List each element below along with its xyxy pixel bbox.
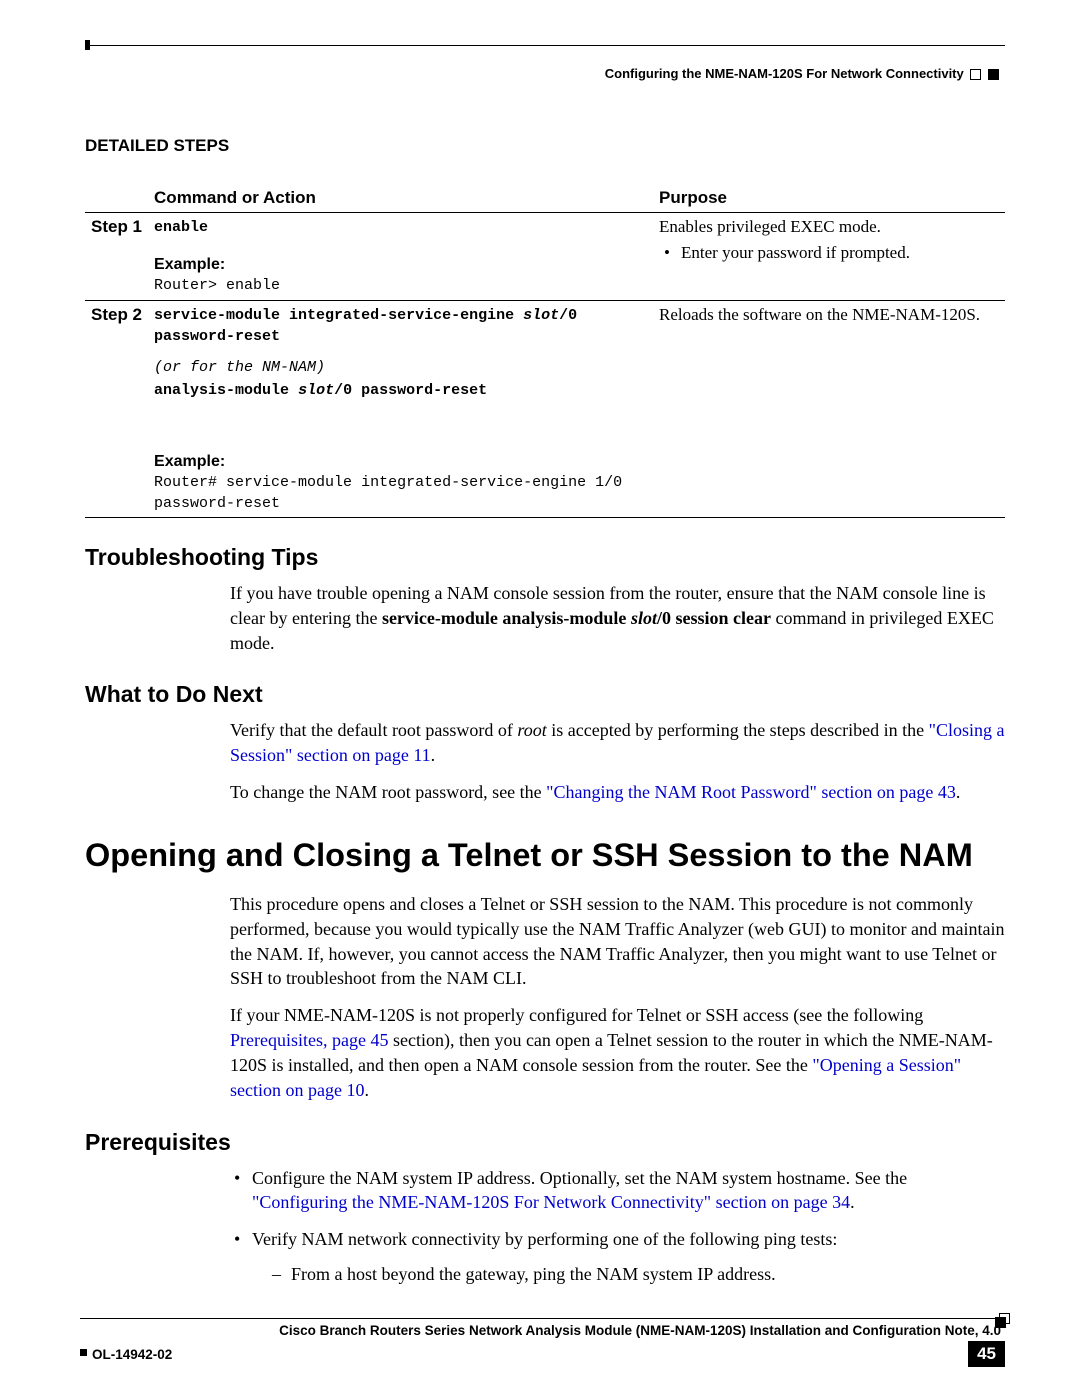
example-label: Example:	[154, 256, 647, 274]
step-label: Step 2	[85, 301, 148, 519]
footer-doc-number: OL-14942-02	[80, 1347, 172, 1362]
running-header-text: Configuring the NME-NAM-120S For Network…	[605, 66, 964, 81]
footer-box-filled-icon	[995, 1317, 1006, 1328]
list-item: •Enter your password if prompted.	[681, 243, 999, 263]
step2-command-b: password-reset	[154, 326, 647, 347]
main-p1: This procedure opens and closes a Telnet…	[230, 892, 1005, 991]
list-item: Verify NAM network connectivity by perfo…	[252, 1227, 1005, 1287]
step1-command: enable	[154, 217, 647, 238]
main-p2: If your NME-NAM-120S is not properly con…	[230, 1003, 1005, 1102]
heading-prerequisites: Prerequisites	[85, 1129, 1005, 1156]
header-box-filled-icon	[988, 69, 999, 80]
step1-purpose-bullet: Enter your password if prompted.	[681, 243, 910, 262]
list-subitem: From a host beyond the gateway, ping the…	[272, 1262, 1005, 1287]
whatnext-p2: To change the NAM root password, see the…	[230, 780, 1005, 805]
troubleshooting-text: If you have trouble opening a NAM consol…	[230, 581, 1005, 655]
step2-command-a: service-module integrated-service-engine…	[154, 305, 647, 326]
step1-purpose: Enables privileged EXEC mode.	[659, 217, 999, 237]
example-label: Example:	[154, 453, 647, 471]
link-prerequisites[interactable]: Prerequisites, page 45	[230, 1030, 388, 1050]
steps-table: Command or Action Purpose Step 1 enable …	[85, 184, 1005, 518]
step-label: Step 1	[85, 213, 148, 301]
header-box-icon	[970, 69, 981, 80]
table-header-purpose: Purpose	[653, 184, 1005, 213]
table-row: Step 2 service-module integrated-service…	[85, 301, 1005, 519]
running-header: Configuring the NME-NAM-120S For Network…	[85, 66, 999, 81]
heading-detailed-steps: DETAILED STEPS	[85, 136, 1005, 156]
whatnext-p1: Verify that the default root password of…	[230, 718, 1005, 768]
step2-paren: (or for the NM-NAM)	[154, 359, 647, 376]
link-changing-root-pw[interactable]: "Changing the NAM Root Password" section…	[546, 782, 956, 802]
header-rule	[85, 40, 1005, 60]
list-item: Configure the NAM system IP address. Opt…	[252, 1166, 1005, 1216]
footer-doc-title: Cisco Branch Routers Series Network Anal…	[80, 1323, 1001, 1338]
page-footer: Cisco Branch Routers Series Network Anal…	[80, 1318, 1005, 1367]
heading-main: Opening and Closing a Telnet or SSH Sess…	[85, 837, 1005, 874]
step2-command-c: analysis-module slot/0 password-reset	[154, 380, 647, 401]
step1-example-code: Router> enable	[154, 275, 647, 296]
table-row: Step 1 enable Example: Router> enable En…	[85, 213, 1005, 301]
heading-what-next: What to Do Next	[85, 681, 1005, 708]
step2-purpose: Reloads the software on the NME-NAM-120S…	[659, 305, 999, 325]
link-configuring-nme[interactable]: "Configuring the NME-NAM-120S For Networ…	[252, 1192, 850, 1212]
page-number: 45	[968, 1341, 1005, 1367]
step2-example-code: Router# service-module integrated-servic…	[154, 472, 647, 514]
page: Configuring the NME-NAM-120S For Network…	[0, 0, 1080, 1397]
heading-troubleshooting: Troubleshooting Tips	[85, 544, 1005, 571]
table-header-command: Command or Action	[148, 184, 653, 213]
